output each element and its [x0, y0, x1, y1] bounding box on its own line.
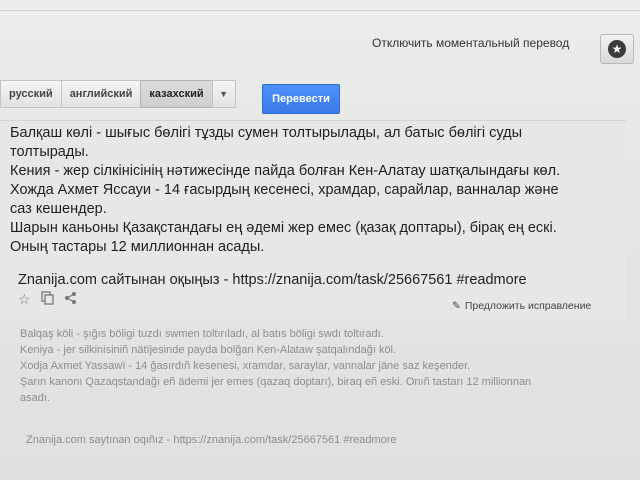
tab-kazakh[interactable]: казахский [140, 80, 212, 108]
suggest-label: Предложить исправление [464, 300, 592, 312]
suggest-edit-link[interactable]: ✎ Предложить исправление [452, 300, 591, 312]
result-line: толтырады. [10, 144, 89, 160]
result-toolbar: ☆ [18, 290, 77, 308]
translit-line: Şarın kanonı Qazaqstandağı eñ ädemi jer … [20, 376, 532, 388]
chevron-down-icon: ▼ [219, 89, 229, 99]
tab-english[interactable]: английский [60, 80, 141, 108]
language-tabs: русский английский казахский ▼ [0, 80, 236, 108]
share-icon[interactable] [64, 291, 77, 308]
instant-translation-toggle[interactable]: Отключить моментальный перевод [372, 36, 569, 50]
result-line: Кения - жер сілкінісінің нәтижесінде пай… [10, 163, 561, 179]
translit-citation: Znanija.com saytınan oqıñız - https://zn… [26, 434, 397, 446]
tab-russian[interactable]: русский [0, 80, 61, 108]
favorite-button[interactable]: ★ [600, 34, 634, 64]
copy-icon[interactable] [40, 290, 54, 308]
result-line: саз кешендер. [10, 201, 107, 217]
result-line: Балқаш көлі - шығыс бөлігі тұзды сумен т… [10, 125, 523, 141]
pencil-icon: ✎ [452, 300, 461, 312]
translit-line: asadı. [20, 392, 50, 404]
result-line: Хожда Ахмет Яссауи - 14 ғасырдың кесенес… [10, 182, 559, 198]
star-icon: ★ [608, 40, 626, 58]
translit-line: Balqaş köli - şığıs böligi tuzdı swmen t… [20, 328, 384, 340]
result-citation: Znanija.com сайтынан оқыңыз - https://zn… [18, 272, 527, 288]
divider [0, 10, 640, 11]
result-line: Шарын каньоны Қазақстандағы ең әдемі жер… [10, 220, 557, 236]
language-dropdown[interactable]: ▼ [211, 80, 236, 108]
translation-result-text[interactable]: Балқаш көлі - шығыс бөлігі тұзды сумен т… [10, 124, 618, 257]
result-line: Оның тастары 12 миллионнан асады. [10, 239, 265, 255]
translit-line: Xodja Axmet Yassawï - 14 ğasırdıñ kesene… [20, 360, 471, 372]
translate-page: Отключить моментальный перевод ★ русский… [0, 0, 640, 480]
translate-button[interactable]: Перевести [262, 84, 340, 114]
transliteration: Balqaş köli - şığıs böligi tuzdı swmen t… [20, 326, 620, 406]
translit-line: Keniya - jer silkinisiniñ nätïjesinde pa… [20, 344, 397, 356]
star-outline-icon[interactable]: ☆ [18, 291, 31, 308]
